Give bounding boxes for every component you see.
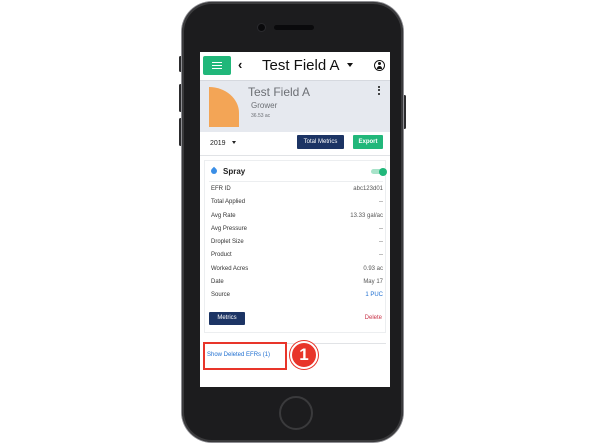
detail-label: EFR ID [211,186,231,192]
user-circle-icon[interactable] [374,60,385,71]
app-header: ‹ Test Field A [200,52,390,80]
detail-row: Avg Pressure -- [211,224,383,237]
detail-value: abc123d01 [353,186,383,192]
detail-row: Product -- [211,250,383,263]
tutorial-screenshot: ‹ Test Field A Test Field A Grower 36.53… [0,0,592,444]
year-select[interactable]: 2019 [210,140,226,148]
detail-value: -- [379,252,383,259]
caret-down-icon[interactable] [232,141,236,144]
detail-row: Avg Rate 13.33 gal/ac [211,211,383,224]
detail-value: 0.93 ac [363,265,383,272]
front-camera [258,24,265,31]
detail-value: -- [379,225,383,232]
detail-row: Total Applied -- [211,197,383,210]
detail-row: EFR ID abc123d01 [211,184,383,197]
field-boundary-thumbnail [209,87,239,127]
export-button[interactable]: Export [353,135,383,149]
efr-details: EFR ID abc123d01 Total Applied -- Avg Ra… [211,184,383,304]
field-acres: 36.53 ac [251,113,271,119]
total-metrics-button[interactable]: Total Metrics [297,135,344,149]
detail-label: Total Applied [211,199,246,206]
spray-visibility-toggle[interactable] [371,167,387,176]
field-grower: Grower [251,101,278,110]
detail-label: Avg Rate [211,212,236,219]
detail-label: Source [211,292,231,299]
menu-button[interactable] [203,56,231,75]
home-button[interactable] [279,396,313,430]
detail-row: Worked Acres 0.93 ac [211,264,383,277]
detail-value: -- [379,199,383,206]
detail-row: Date May 17 [211,277,383,290]
source-link[interactable]: 1 PUC [365,292,383,299]
annotation-step-badge: 1 [290,341,318,369]
caret-down-icon[interactable] [347,63,353,67]
toggle-knob[interactable] [379,167,387,176]
field-banner: Test Field A Grower 36.53 ac [200,80,390,132]
annotation-highlight-box [203,342,287,370]
detail-label: Worked Acres [211,265,249,272]
spray-card: Spray EFR ID abc123d01 Total Applied -- … [204,160,387,333]
droplet-icon [209,166,219,176]
spray-title: Spray [223,167,246,176]
detail-row: Source 1 PUC [211,290,383,303]
card-divider [209,181,383,182]
detail-value: -- [379,239,383,246]
hamburger-icon [212,62,222,69]
metrics-button[interactable]: Metrics [209,312,245,325]
chevron-left-icon[interactable]: ‹ [238,57,242,73]
power-button [403,95,406,129]
detail-row: Droplet Size -- [211,237,383,250]
kebab-icon[interactable] [378,86,381,96]
earpiece-speaker [274,25,314,30]
detail-label: Avg Pressure [211,225,247,232]
page-title[interactable]: Test Field A [262,57,340,75]
toolbar: 2019 Total Metrics Export [200,132,390,156]
phone-screen: ‹ Test Field A Test Field A Grower 36.53… [200,52,390,387]
detail-value: 13.33 gal/ac [350,212,383,219]
detail-label: Droplet Size [211,239,244,246]
field-name: Test Field A [248,85,311,99]
delete-button[interactable]: Delete [365,315,382,322]
detail-value: May 17 [363,279,383,286]
detail-label: Product [211,252,232,259]
detail-label: Date [211,279,224,286]
